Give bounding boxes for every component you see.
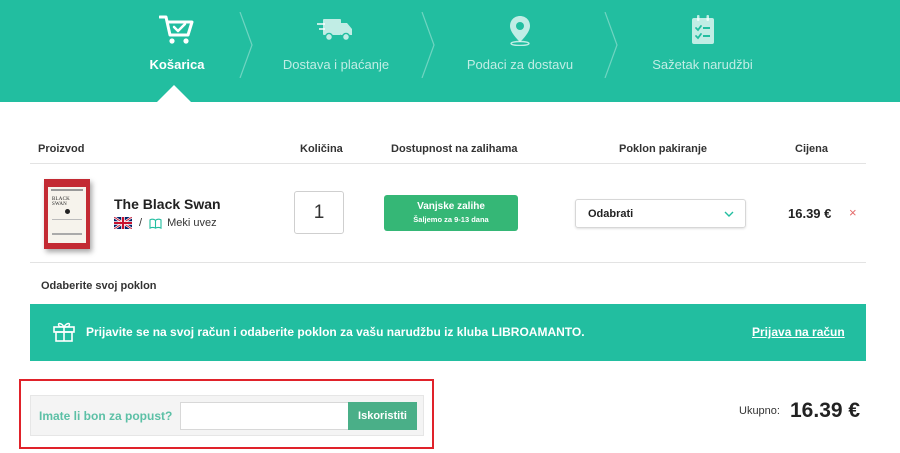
divider [30, 262, 866, 263]
map-pin-icon [506, 14, 534, 51]
stock-note: Šaljemo za 9-13 dana [413, 215, 489, 224]
step-label: Podaci za dostavu [466, 57, 574, 72]
step-delivery-details[interactable]: Podaci za dostavu [465, 0, 575, 102]
stock-title: Vanjske zalihe [417, 201, 485, 212]
header-price: Cijena [795, 143, 829, 155]
coupon-input[interactable] [180, 402, 350, 430]
divider [30, 163, 866, 164]
cart-check-icon [158, 14, 195, 51]
book-cover-image[interactable]: BLACK SWAN [44, 179, 90, 249]
step-separator [604, 12, 618, 78]
login-link[interactable]: Prijava na račun [752, 325, 845, 339]
step-separator [239, 12, 253, 78]
gift-banner: Prijavite se na svoj račun i odaberite p… [30, 304, 866, 361]
gift-section-title: Odaberite svoj poklon [41, 280, 157, 292]
step-label: Košarica [149, 57, 205, 72]
step-separator [421, 12, 435, 78]
gift-wrap-value: Odabrati [588, 208, 634, 220]
uk-flag-icon [114, 217, 132, 229]
gift-icon [53, 322, 75, 342]
gift-wrap-select[interactable]: Odabrati [575, 199, 746, 228]
stock-status-badge: Vanjske zalihe Šaljemo za 9-13 dana [384, 195, 518, 231]
delivery-truck-icon [317, 14, 355, 49]
product-title[interactable]: The Black Swan [114, 196, 221, 212]
total-value: 16.39 € [790, 399, 861, 422]
open-book-icon [149, 218, 162, 229]
chevron-down-icon [724, 211, 734, 217]
item-price: 16.39 € [788, 206, 832, 221]
step-label: Sažetak narudžbi [652, 57, 753, 72]
step-order-summary[interactable]: Sažetak narudžbi [650, 0, 755, 102]
total-label: Ukupno: [739, 405, 780, 417]
header-product: Proizvod [38, 143, 85, 155]
header-gift-wrap: Poklon pakiranje [619, 143, 708, 155]
coupon-form: Imate li bon za popust? Iskoristiti [30, 395, 424, 436]
clipboard-checklist-icon [689, 14, 717, 51]
header-availability: Dostupnost na zalihama [391, 143, 518, 155]
product-format: Meki uvez [167, 217, 217, 229]
gift-message: Prijavite se na svoj račun i odaberite p… [86, 325, 585, 339]
product-meta: / Meki uvez [114, 217, 217, 229]
step-label: Dostava i plaćanje [282, 57, 390, 72]
meta-separator: / [139, 217, 143, 229]
step-shipping-payment[interactable]: Dostava i plaćanje [276, 0, 396, 102]
active-step-pointer [156, 85, 192, 103]
header-quantity: Količina [300, 143, 343, 155]
remove-item-button[interactable]: × [849, 205, 857, 220]
checkout-steps: Košarica Dostava i plaćanje Podaci za do… [0, 0, 900, 103]
quantity-input[interactable]: 1 [294, 191, 344, 234]
apply-coupon-button[interactable]: Iskoristiti [348, 402, 417, 430]
coupon-label: Imate li bon za popust? [39, 409, 173, 423]
